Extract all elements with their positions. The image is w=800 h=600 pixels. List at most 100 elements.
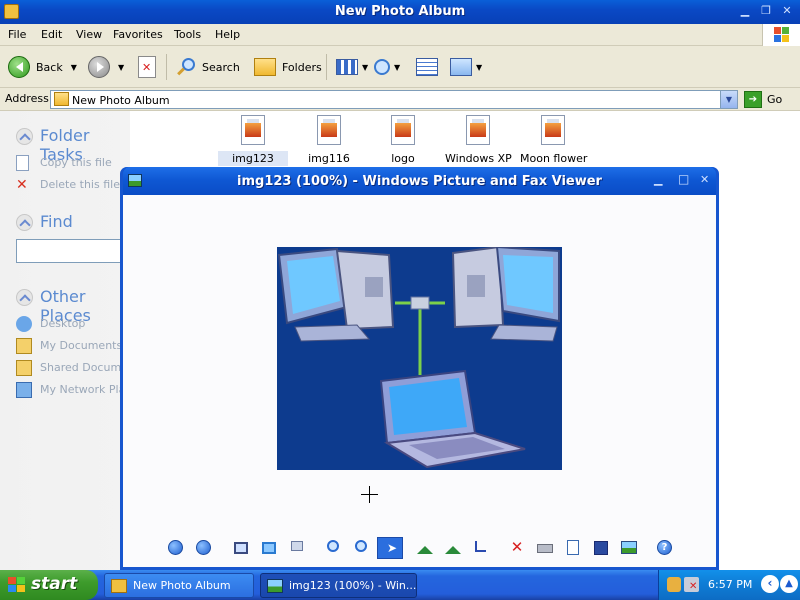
chevron-down-icon[interactable]: ▼	[362, 63, 368, 72]
display-dropdown-button[interactable]: ▼	[450, 55, 482, 79]
my-documents-link[interactable]: My Documents	[40, 339, 122, 352]
print-icon[interactable]	[535, 538, 555, 558]
maximize-icon[interactable]: □	[678, 172, 689, 186]
network-disconnected-icon[interactable]: ✕	[684, 577, 699, 592]
file-item-moon-flower[interactable]: Moon flower	[518, 115, 588, 166]
menu-favorites[interactable]: Favorites	[113, 28, 163, 41]
desktop-link[interactable]: Desktop	[40, 317, 85, 330]
system-tray: ✕ 6:57 PM ‹ ▲	[658, 570, 800, 600]
chevron-down-icon[interactable]: ▼	[118, 63, 124, 72]
find-title[interactable]: Find	[40, 212, 73, 231]
taskbar-button-label: New Photo Album	[133, 579, 231, 592]
rotate-clockwise-icon[interactable]	[415, 538, 435, 558]
collapse-chevron-icon[interactable]	[16, 289, 33, 306]
zoom-in-icon[interactable]	[323, 538, 343, 558]
menu-help[interactable]: Help	[215, 28, 240, 41]
crop-icon[interactable]	[471, 538, 491, 558]
edit-icon[interactable]	[619, 538, 639, 558]
viewer-title: img123 (100%) - Windows Picture and Fax …	[237, 174, 602, 189]
file-label: img116	[308, 152, 350, 165]
chevron-up-icon[interactable]: ▲	[780, 575, 798, 593]
forward-button[interactable]: ▼	[88, 55, 124, 79]
folder-camera-icon	[111, 578, 127, 593]
delete-file-link[interactable]: Delete this file	[40, 178, 120, 191]
clock[interactable]: 6:57 PM	[708, 578, 752, 591]
my-documents-icon	[16, 338, 32, 354]
taskbar: start New Photo Album img123 (100%) - Wi…	[0, 570, 800, 600]
folder-icon	[254, 58, 276, 76]
copy-to-icon[interactable]	[563, 538, 583, 558]
file-label: logo	[391, 152, 415, 165]
viewer-toolbar: ➤ ✕ ?	[123, 534, 716, 564]
standard-toolbar: Back ▼ ▼ ✕ Search Folders ▼ ▼ ▼	[0, 46, 800, 88]
menu-edit[interactable]: Edit	[41, 28, 62, 41]
rotate-counterclockwise-icon[interactable]	[443, 538, 463, 558]
chevron-down-icon[interactable]: ▼	[71, 63, 77, 72]
file-label: Windows XP	[445, 152, 512, 165]
save-icon[interactable]	[591, 538, 611, 558]
address-field[interactable]: New Photo Album ▼	[50, 90, 738, 109]
restore-icon[interactable]: ❐	[757, 3, 775, 20]
minimize-icon[interactable]: ▁	[654, 173, 662, 186]
viewer-canvas[interactable]: ➤ ✕ ?	[123, 195, 716, 567]
minimize-icon[interactable]: ▁	[736, 3, 754, 20]
help-icon[interactable]: ?	[655, 538, 675, 558]
slideshow-icon[interactable]	[287, 538, 307, 558]
delete-document-icon: ✕	[138, 56, 156, 78]
close-icon[interactable]: ✕	[778, 3, 796, 20]
back-button[interactable]: Back ▼	[8, 55, 77, 79]
views-button[interactable]: ▼	[336, 55, 368, 79]
explorer-title-bar[interactable]: New Photo Album ▁ ❐ ✕	[0, 0, 800, 24]
pointer-icon[interactable]: ➤	[377, 537, 403, 559]
menu-view[interactable]: View	[76, 28, 102, 41]
crosshair-cursor-icon	[361, 486, 378, 503]
menu-file[interactable]: File	[8, 28, 26, 41]
list-view-button[interactable]	[416, 55, 438, 79]
picture-viewer-window: img123 (100%) - Windows Picture and Fax …	[120, 167, 719, 570]
search-button[interactable]: Search	[176, 55, 240, 79]
file-item-windows-xp[interactable]: Windows XP	[443, 115, 513, 166]
file-item-img116[interactable]: img116	[294, 115, 364, 166]
collapse-chevron-icon[interactable]	[16, 214, 33, 231]
back-arrow-icon[interactable]: ‹	[761, 575, 779, 593]
address-dropdown-icon[interactable]: ▼	[720, 91, 737, 108]
delete-icon[interactable]: ✕	[507, 538, 527, 558]
collapse-chevron-icon[interactable]	[16, 128, 33, 145]
previous-image-icon[interactable]	[166, 538, 186, 558]
taskbar-button-label: img123 (100%) - Win...	[289, 579, 417, 592]
address-value: New Photo Album	[72, 94, 170, 107]
go-button[interactable]: ➔ Go	[744, 90, 782, 109]
file-item-img123[interactable]: img123	[218, 115, 288, 166]
image-file-icon	[391, 115, 415, 145]
image-file-icon	[541, 115, 565, 145]
zoom-dropdown-button[interactable]: ▼	[374, 55, 400, 79]
start-button[interactable]: start	[0, 570, 98, 600]
picture-viewer-icon	[267, 578, 283, 593]
folders-label: Folders	[282, 60, 322, 74]
address-label: Address	[5, 92, 49, 105]
taskbar-button-viewer[interactable]: img123 (100%) - Win...	[260, 573, 417, 598]
search-icon	[176, 57, 196, 77]
back-label: Back	[36, 60, 63, 74]
up-folder-button[interactable]: ✕	[138, 55, 156, 79]
file-item-logo[interactable]: logo	[368, 115, 438, 166]
tray-app-icon[interactable]	[667, 577, 681, 592]
display-icon	[450, 58, 472, 76]
image-file-icon	[317, 115, 341, 145]
windows-logo-icon	[762, 24, 800, 46]
taskbar-button-explorer[interactable]: New Photo Album	[104, 573, 254, 598]
shared-folder-icon	[16, 360, 32, 376]
image-file-icon	[466, 115, 490, 145]
actual-size-icon[interactable]	[259, 538, 279, 558]
folders-button[interactable]: Folders	[254, 55, 322, 79]
best-fit-icon[interactable]	[231, 538, 251, 558]
chevron-down-icon[interactable]: ▼	[394, 63, 400, 72]
next-image-icon[interactable]	[194, 538, 214, 558]
chevron-down-icon[interactable]: ▼	[476, 63, 482, 72]
zoom-out-icon[interactable]	[351, 538, 371, 558]
find-input[interactable]	[16, 239, 130, 263]
menu-tools[interactable]: Tools	[174, 28, 201, 41]
close-icon[interactable]: ✕	[700, 173, 709, 186]
viewer-title-bar[interactable]: img123 (100%) - Windows Picture and Fax …	[123, 167, 716, 195]
copy-file-link[interactable]: Copy this file	[40, 156, 112, 169]
